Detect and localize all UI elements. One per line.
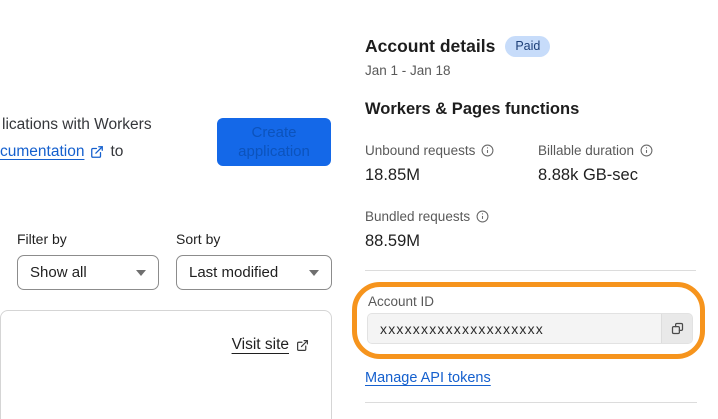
info-icon[interactable] (481, 144, 494, 157)
copy-icon (670, 321, 685, 336)
info-icon[interactable] (640, 144, 653, 157)
stat-bundled-requests: Bundled requests 88.59M (365, 209, 489, 251)
account-id-field-group (367, 313, 693, 344)
external-link-icon (90, 145, 104, 159)
create-application-label-line1: Create (251, 124, 297, 141)
filter-dropdown[interactable]: Show all (17, 255, 159, 290)
filter-by-label: Filter by (17, 231, 67, 247)
stat-label: Bundled requests (365, 209, 471, 224)
intro-text-line1: lications with Workers (2, 116, 152, 133)
sort-by-label: Sort by (176, 231, 221, 247)
workers-pages-functions-title: Workers & Pages functions (365, 100, 580, 118)
stat-unbound-requests: Unbound requests 18.85M (365, 143, 494, 185)
page: lications with Workers cumentation to Cr… (0, 0, 718, 419)
external-link-icon (296, 339, 309, 352)
filter-dropdown-value: Show all (30, 264, 87, 281)
account-details-header: Account details Paid (365, 36, 551, 57)
date-range: Jan 1 - Jan 18 (365, 63, 451, 78)
intro-text-after-link: to (110, 143, 124, 160)
intro-text-line2: cumentation to (0, 143, 123, 161)
stat-value: 18.85M (365, 166, 421, 184)
project-card: Visit site (0, 310, 332, 419)
visit-site-link[interactable]: Visit site (232, 336, 289, 354)
visit-site-row: Visit site (232, 336, 309, 354)
documentation-link[interactable]: cumentation (0, 143, 84, 161)
sort-dropdown[interactable]: Last modified (176, 255, 332, 290)
info-icon[interactable] (476, 210, 489, 223)
stat-value: 8.88k GB-sec (538, 166, 638, 184)
stat-value: 88.59M (365, 232, 421, 250)
stat-billable-duration: Billable duration 8.88k GB-sec (538, 143, 653, 185)
account-id-label: Account ID (368, 294, 435, 309)
paid-badge: Paid (505, 36, 551, 57)
divider (365, 402, 697, 403)
chevron-down-icon (136, 269, 146, 276)
account-details-title: Account details (365, 36, 496, 56)
chevron-down-icon (309, 269, 319, 276)
account-id-input[interactable] (368, 314, 661, 343)
create-application-button[interactable]: Create application (217, 118, 331, 166)
stat-label: Unbound requests (365, 143, 476, 158)
create-application-label-line2: application (238, 143, 310, 160)
sort-dropdown-value: Last modified (189, 264, 279, 281)
manage-api-tokens-link[interactable]: Manage API tokens (365, 370, 491, 386)
stat-label: Billable duration (538, 143, 635, 158)
copy-button[interactable] (661, 314, 692, 343)
divider (365, 270, 696, 271)
